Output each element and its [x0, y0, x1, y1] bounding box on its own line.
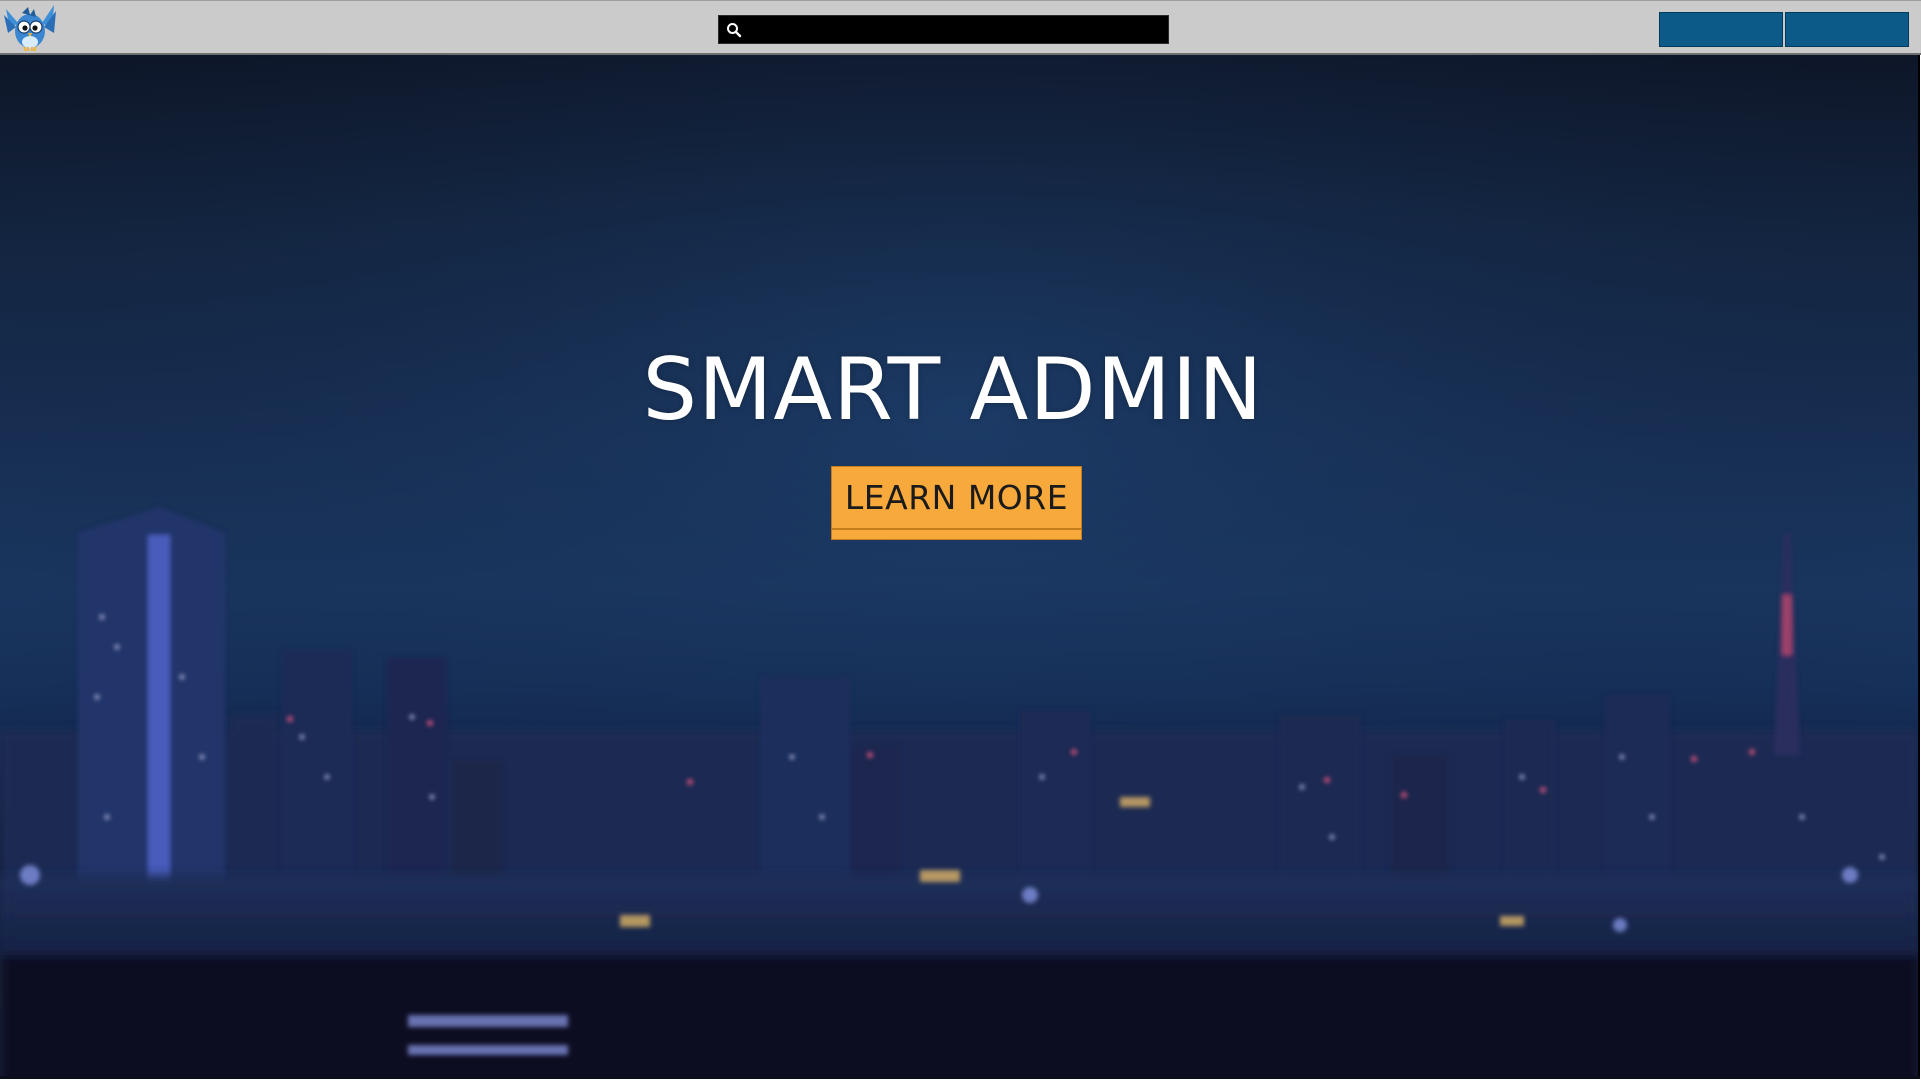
hero-title: SMART ADMIN: [642, 340, 1264, 440]
hero-section: SMART ADMIN LEARN MORE: [0, 55, 1920, 1079]
city-skyline-background: [0, 55, 1920, 1079]
bird-logo-icon[interactable]: [2, 3, 58, 53]
page: SMART ADMIN LEARN MORE: [0, 0, 1921, 1081]
learn-more-divider: [832, 528, 1081, 530]
learn-more-label: LEARN MORE: [844, 478, 1069, 517]
search-input[interactable]: [747, 16, 1167, 43]
nav-button-1[interactable]: [1659, 12, 1783, 47]
search-bar[interactable]: [718, 15, 1169, 44]
hero-right-border: [1918, 55, 1920, 1079]
top-bar: [0, 0, 1921, 55]
hero-bottom-border: [0, 1076, 1920, 1079]
learn-more-button[interactable]: LEARN MORE: [831, 466, 1082, 540]
nav-button-2[interactable]: [1785, 12, 1909, 47]
search-icon: [727, 23, 742, 38]
